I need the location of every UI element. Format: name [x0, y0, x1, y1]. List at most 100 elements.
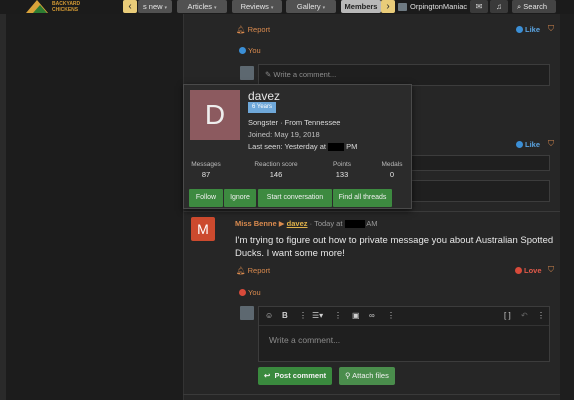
reactions-you-label: You [248, 288, 261, 297]
mention-link[interactable]: davez [287, 219, 308, 228]
avatar [240, 66, 254, 80]
nav-scroll-left-button[interactable]: ‹ [123, 0, 137, 13]
chevron-down-icon: ▾ [322, 5, 326, 11]
attach-files-button[interactable]: ⚲ Attach files [339, 367, 395, 385]
undo-icon[interactable]: ↶ [521, 311, 528, 321]
pencil-icon: ✎ [265, 70, 272, 79]
nav-tab-label: s new [142, 2, 163, 11]
message-attribution: Miss Benne ▶ davez · Today at AM [235, 219, 378, 229]
stat-value: 146 [269, 170, 283, 179]
message-timestamp[interactable]: · Today at AM [310, 219, 378, 229]
comment-placeholder: Write a comment... [273, 70, 337, 79]
editor-placeholder: Write a comment... [269, 335, 341, 345]
reactions-you-label: You [248, 46, 261, 55]
report-link[interactable]: 🔔︎ Report [236, 266, 270, 275]
stat-label: Reaction score [254, 161, 298, 168]
redaction-box [344, 220, 365, 229]
avatar[interactable]: M [191, 217, 215, 241]
right-gutter [560, 14, 574, 400]
reactions-summary[interactable]: You [239, 46, 261, 55]
stat-medals[interactable]: Medals 0 [376, 161, 408, 179]
find-all-threads-button[interactable]: Find all threads [333, 189, 392, 207]
bell-icon: 🔔︎ [236, 25, 246, 34]
bell-icon[interactable]: ♫ [490, 0, 508, 13]
member-avatar[interactable]: D [190, 90, 240, 140]
nav-tab-label: Gallery [296, 2, 321, 11]
more-editor-options-icon[interactable]: ⋮ [537, 311, 545, 321]
nav-tab-gallery[interactable]: Gallery ▾ [286, 0, 336, 13]
paperclip-icon: ⚲ [345, 371, 351, 380]
love-label: Love [524, 266, 542, 275]
stat-label: Messages [191, 161, 221, 168]
like-icon [239, 47, 246, 54]
logo-text: BACKYARD CHICKENS [52, 1, 80, 13]
like-button[interactable]: Like [516, 140, 540, 149]
ignore-button[interactable]: Ignore [224, 189, 256, 207]
nav-tab-whats-new[interactable]: s new ▾ [138, 0, 172, 13]
heart-icon [515, 267, 522, 274]
like-label: Like [525, 25, 541, 34]
post-comment-button[interactable]: ↩ Post comment [258, 367, 333, 385]
link-icon[interactable]: ∞ [369, 311, 375, 321]
post-comment-label: Post comment [274, 371, 327, 380]
reactions-summary[interactable]: You [239, 288, 261, 297]
nav-tab-label: Reviews [240, 2, 269, 11]
bell-icon: 🔔︎ [236, 266, 246, 275]
more-options-icon[interactable]: ⋮ [334, 311, 342, 321]
search-button[interactable]: ⌕ Search [512, 0, 556, 13]
comment-input[interactable] [400, 180, 550, 202]
member-tooltip: D davez 6 Years Songster · From Tennesse… [183, 84, 412, 209]
nav-tab-label: Articles [187, 2, 213, 11]
heart-icon [239, 289, 246, 296]
inbox-icon[interactable]: ✉ [470, 0, 488, 13]
start-conversation-button[interactable]: Start conversation [258, 189, 332, 207]
report-label: Report [247, 25, 271, 34]
timestamp-suffix: AM [366, 219, 378, 228]
site-logo[interactable]: BACKYARD CHICKENS [26, 0, 90, 14]
member-last-seen: Last seen: Yesterday at PM [248, 142, 357, 152]
member-joined: Joined: May 19, 2018 [248, 130, 320, 139]
bold-icon[interactable]: B [282, 311, 288, 321]
comment-input[interactable]: ✎ Write a comment... [258, 64, 550, 86]
post-divider [183, 211, 560, 212]
comment-editor[interactable]: ☺ B ⋮ ☰▾ ⋮ ▣ ∞ ⋮ [ ] ↶ ⋮ Write a comment… [258, 306, 550, 362]
chevron-down-icon: ▾ [214, 5, 217, 11]
member-tenure-badge: 6 Years [248, 102, 277, 113]
stat-value: 0 [389, 170, 395, 179]
left-sidebar [6, 14, 183, 400]
account-menu[interactable]: OrpingtonManiac [398, 0, 467, 13]
bookmark-icon[interactable]: ⛉ [548, 139, 554, 149]
bookmark-icon[interactable]: ⛉ [548, 265, 554, 275]
nav-tab-reviews[interactable]: Reviews ▾ [232, 0, 282, 13]
follow-button[interactable]: Follow [189, 189, 223, 207]
member-stats: Messages 87 Reaction score 146 Points 13… [184, 161, 411, 181]
reply-icon: ↩ [264, 371, 271, 380]
toggle-bbcode-icon[interactable]: [ ] [504, 311, 511, 321]
list-icon[interactable]: ☰▾ [312, 311, 323, 321]
nav-tab-label: Members [344, 2, 378, 11]
stat-label: Points [332, 161, 352, 168]
like-label: Like [525, 140, 541, 149]
nav-tab-members[interactable]: Members [341, 0, 381, 13]
more-text-options-icon[interactable]: ⋮ [299, 311, 307, 321]
member-title: Songster · From Tennessee [248, 118, 341, 127]
stat-messages[interactable]: Messages 87 [186, 161, 226, 179]
emoji-icon[interactable]: ☺ [265, 311, 273, 321]
last-seen-prefix: Last seen: Yesterday at [248, 142, 326, 151]
redaction-box [328, 143, 345, 152]
more-insert-options-icon[interactable]: ⋮ [387, 311, 395, 321]
message-body: I'm trying to figure out how to private … [235, 235, 554, 259]
nav-scroll-right-button[interactable]: › [381, 0, 395, 13]
report-link[interactable]: 🔔︎ Report [236, 25, 270, 34]
chevron-down-icon: ▾ [164, 5, 168, 11]
author-link[interactable]: Miss Benne [235, 219, 277, 228]
stat-points[interactable]: Points 133 [322, 161, 362, 179]
bookmark-icon[interactable]: ⛉ [548, 24, 554, 34]
nav-tab-articles[interactable]: Articles ▾ [177, 0, 227, 13]
love-button[interactable]: Love [515, 266, 542, 275]
like-button[interactable]: Like [516, 25, 540, 34]
account-username: OrpingtonManiac [410, 2, 468, 11]
image-icon[interactable]: ▣ [352, 311, 360, 321]
reply-arrow-icon: ▶ [278, 219, 285, 228]
member-name[interactable]: davez [248, 89, 280, 103]
